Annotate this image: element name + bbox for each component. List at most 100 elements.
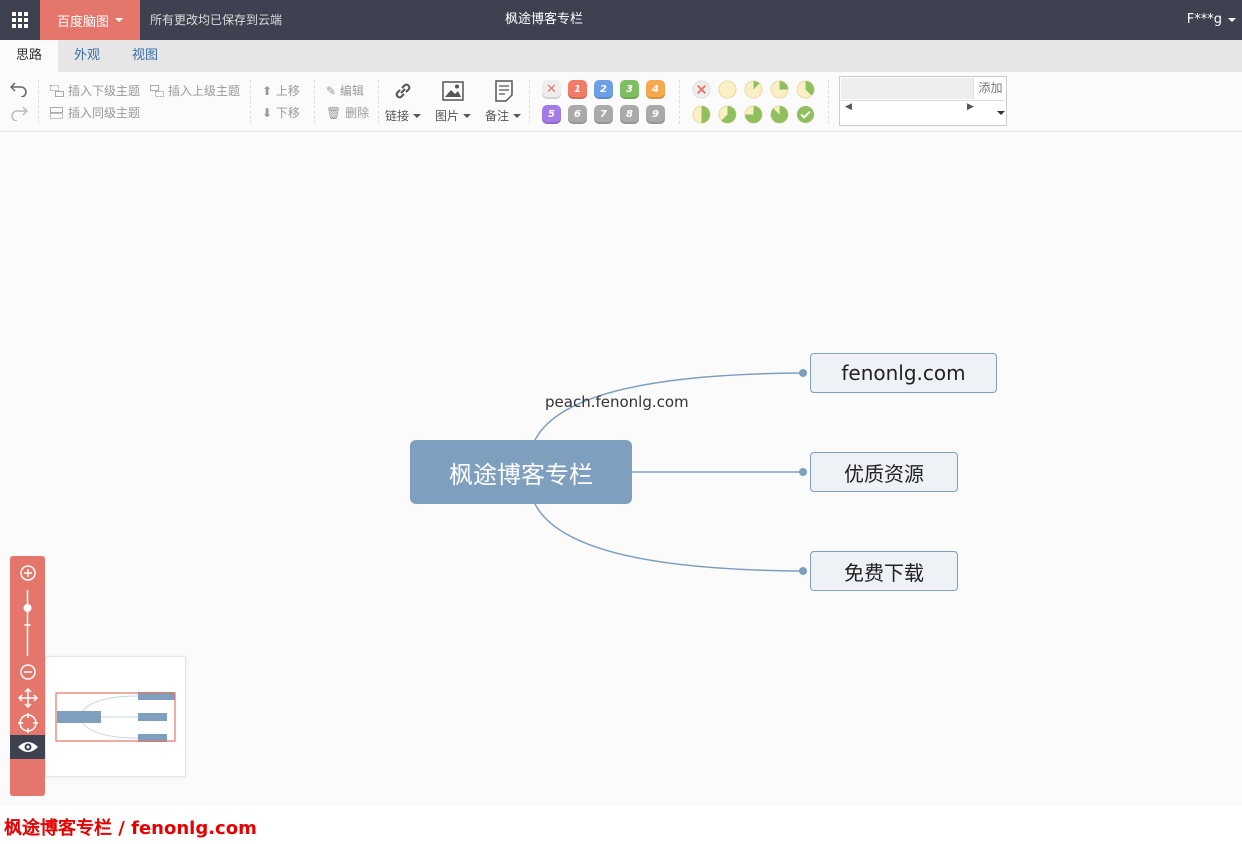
save-status: 所有更改均已保存到云端 (150, 13, 283, 27)
hand-move-button[interactable] (10, 686, 45, 710)
connector-dot (799, 567, 807, 575)
resource-add-button[interactable]: 添加 (975, 78, 1006, 99)
brand-menu-button[interactable]: 百度脑图 (40, 0, 140, 40)
resource-list[interactable]: ◀ ▶ (841, 100, 1005, 125)
brand-label: 百度脑图 (56, 14, 109, 30)
progress-remove-icon[interactable] (692, 80, 711, 99)
progress-5-icon[interactable] (718, 105, 737, 124)
insert-child-button[interactable]: 插入下级主题 (68, 82, 140, 99)
move-up-label: 上移 (275, 84, 300, 98)
scroll-right-icon[interactable]: ▶ (967, 102, 974, 112)
priority-6-icon[interactable]: 6 (568, 105, 587, 124)
priority-7-icon[interactable]: 7 (594, 105, 613, 124)
tab-view[interactable]: 视图 (116, 40, 174, 72)
move-arrows-icon (17, 688, 38, 708)
priority-remove-icon[interactable]: ✕ (542, 80, 561, 99)
resource-panel: 添加 ◀ ▶ (839, 76, 1007, 126)
arrow-up-icon: ⬆ (262, 84, 273, 98)
move-down-label: 下移 (275, 106, 300, 120)
chevron-down-icon (115, 18, 123, 22)
progress-done-icon[interactable] (796, 105, 815, 124)
note-button[interactable]: 备注 (485, 107, 522, 124)
link-button[interactable]: 链接 (385, 107, 422, 124)
undo-icon[interactable] (10, 81, 28, 97)
priority-5-icon[interactable]: 5 (542, 105, 561, 124)
tab-appearance[interactable]: 外观 (58, 40, 116, 72)
root-topic-node[interactable]: 枫途博客专栏 (410, 440, 632, 504)
progress-2-icon[interactable] (770, 80, 789, 99)
move-up-button[interactable]: ⬆ 上移 (262, 82, 300, 99)
priority-8-icon[interactable]: 8 (620, 105, 639, 124)
document-title[interactable]: 枫途博客专栏 (444, 0, 644, 40)
edit-label: 编辑 (339, 84, 364, 98)
topic-node-free-download[interactable]: 免费下载 (810, 551, 958, 591)
topic-node-fenonlg[interactable]: fenonlg.com (810, 353, 997, 393)
apps-grid-icon[interactable] (0, 0, 40, 40)
zoom-in-button[interactable] (10, 561, 45, 585)
zoom-out-button[interactable] (10, 660, 45, 684)
user-menu-button[interactable]: F***g (1187, 0, 1236, 40)
toolbar: 插入下级主题 插入上级主题 插入同级主题 ⬆ 上移 ⬇ 下移 ✎ 编辑 🗑 删除… (0, 72, 1242, 132)
connector-dot (799, 369, 807, 377)
note-icon (495, 80, 513, 102)
progress-3-icon[interactable] (796, 80, 815, 99)
divider (828, 80, 829, 124)
divider (679, 80, 680, 124)
watermark-prefix: 枫途博客专栏 / (4, 818, 132, 839)
arrow-down-icon: ⬇ (262, 106, 273, 120)
redo-icon[interactable] (10, 105, 28, 121)
resource-input[interactable] (841, 78, 974, 99)
watermark-site: fenonlg.com (131, 818, 257, 839)
trash-icon: 🗑 (326, 106, 342, 120)
locate-root-button[interactable] (10, 711, 45, 735)
progress-4-icon[interactable] (692, 105, 711, 124)
chevron-down-icon (413, 113, 422, 118)
chevron-down-icon[interactable] (997, 111, 1005, 115)
tab-bar: 思路 外观 视图 (0, 40, 1242, 72)
image-label: 图片 (435, 109, 460, 123)
divider (529, 80, 530, 124)
topic-node-quality-resources[interactable]: 优质资源 (810, 452, 958, 492)
divider (250, 80, 251, 124)
navigator-minimap[interactable] (45, 656, 186, 777)
navigator-toggle-button[interactable] (10, 735, 45, 759)
delete-label: 删除 (345, 106, 370, 120)
progress-6-icon[interactable] (744, 105, 763, 124)
insert-sibling-button[interactable]: 插入同级主题 (68, 104, 140, 121)
insert-parent-button[interactable]: 插入上级主题 (168, 82, 240, 99)
insert-parent-icon (150, 85, 164, 97)
zoom-slider[interactable] (10, 588, 45, 658)
image-button[interactable]: 图片 (435, 107, 472, 124)
priority-9-icon[interactable]: 9 (646, 105, 665, 124)
insert-child-icon (50, 85, 64, 97)
mindmap-canvas[interactable]: 枫途博客专栏 peach.fenonlg.com fenonlg.com 优质资… (0, 132, 1242, 806)
chevron-down-icon (463, 113, 472, 118)
progress-1-icon[interactable] (744, 80, 763, 99)
chevron-down-icon (1228, 18, 1236, 22)
move-down-button[interactable]: ⬇ 下移 (262, 104, 300, 121)
zoom-out-icon (19, 664, 36, 680)
progress-7-icon[interactable] (770, 105, 789, 124)
divider (378, 80, 379, 124)
relation-label[interactable]: peach.fenonlg.com (545, 393, 689, 411)
insert-sibling-icon (50, 107, 63, 119)
top-bar: 百度脑图 所有更改均已保存到云端 枫途博客专栏 F***g (0, 0, 1242, 40)
priority-4-icon[interactable]: 4 (646, 80, 665, 99)
priority-1-icon[interactable]: 1 (568, 80, 587, 99)
tab-idea[interactable]: 思路 (0, 40, 58, 72)
note-label: 备注 (485, 109, 510, 123)
image-icon (442, 81, 464, 101)
priority-3-icon[interactable]: 3 (620, 80, 639, 99)
progress-0-icon[interactable] (718, 80, 737, 99)
link-icon (395, 83, 411, 99)
crosshair-icon (17, 713, 38, 733)
zoom-in-icon (19, 565, 36, 581)
delete-button[interactable]: 🗑 删除 (326, 104, 369, 121)
priority-2-icon[interactable]: 2 (594, 80, 613, 99)
watermark-footer: 枫途博客专栏 / fenonlg.com (4, 814, 257, 840)
zoom-panel (10, 556, 45, 796)
edit-icon: ✎ (326, 84, 337, 98)
edit-button[interactable]: ✎ 编辑 (326, 82, 364, 99)
minimap-preview (55, 692, 176, 742)
scroll-left-icon[interactable]: ◀ (845, 102, 852, 112)
